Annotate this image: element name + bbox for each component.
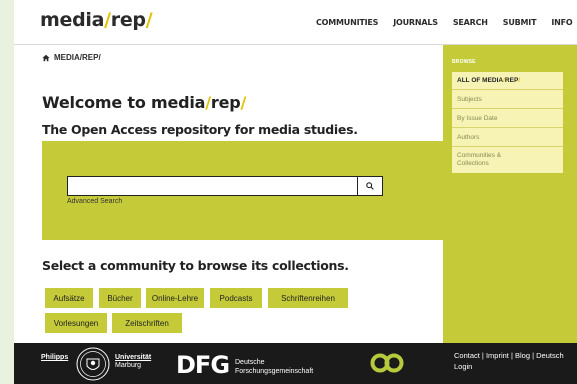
communities-heading: Select a community to browse its collect… [42,258,349,273]
community-chip-podcasts[interactable]: Podcasts [210,288,262,308]
footer: Philipps Universität Marburg DFG Deutsch… [14,343,577,384]
philipps-link[interactable]: Philipps [41,354,68,361]
breadcrumb-label: MEDIA/REP/ [54,53,101,62]
site-logo[interactable]: media/rep/ [40,9,153,31]
search-icon [366,182,374,190]
community-chip-buecher[interactable]: Bücher [99,288,141,308]
browse-sidebar: BROWSE ALL OF MEDIA / REP / Subjects By Iss… [443,45,577,343]
community-chip-schriftenreihen[interactable]: Schriftenreihen [268,288,348,308]
search-input[interactable] [67,176,358,196]
advanced-search-link[interactable]: Advanced Search [67,198,122,205]
university-seal-icon [76,347,110,381]
community-chip-aufsaetze[interactable]: Aufsätze [45,288,93,308]
background-strip [0,0,14,384]
community-chip-vorlesungen[interactable]: Vorlesungen [45,313,107,333]
search-panel: Advanced Search [42,141,444,240]
sidebar-item-authors[interactable]: Authors [452,128,563,147]
nav-journals[interactable]: JOURNALS [393,18,438,27]
browse-list: ALL OF MEDIA / REP / Subjects By Issue Date… [452,72,563,173]
page-title: Welcome to media/rep/ [42,93,247,112]
search-button[interactable] [357,176,383,196]
university-name[interactable]: Universität Marburg [115,354,151,370]
nav-search[interactable]: SEARCH [453,18,488,27]
dfg-name: Deutsche Forschungsgemeinschaft [235,359,314,375]
browse-label: BROWSE [452,59,476,65]
page-subtitle: The Open Access repository for media stu… [42,122,358,137]
sidebar-item-subjects[interactable]: Subjects [452,90,563,109]
top-bar: media/rep/ COMMUNITIES JOURNALS SEARCH S… [14,0,577,45]
nav-communities[interactable]: COMMUNITIES [316,18,378,27]
footer-links[interactable]: Contact | Imprint | Blog | Deutsch Login [454,350,564,372]
sidebar-item-communities[interactable]: Communities & Collections [452,147,563,173]
nav-info[interactable]: INFO [551,18,572,27]
open-access-logo[interactable] [370,352,404,374]
page-frame: media/rep/ COMMUNITIES JOURNALS SEARCH S… [14,0,577,384]
sidebar-item-issue-date[interactable]: By Issue Date [452,109,563,128]
community-chip-online-lehre[interactable]: Online-Lehre [146,288,204,308]
dfg-logo[interactable]: DFG [176,351,230,379]
sidebar-item-all[interactable]: ALL OF MEDIA / REP / [452,72,563,90]
home-icon [42,54,50,61]
main-nav: COMMUNITIES JOURNALS SEARCH SUBMIT INFO [316,18,573,27]
breadcrumb[interactable]: MEDIA/REP/ [42,53,101,62]
community-chip-zeitschriften[interactable]: Zeitschriften [112,313,182,333]
nav-submit[interactable]: SUBMIT [503,18,537,27]
